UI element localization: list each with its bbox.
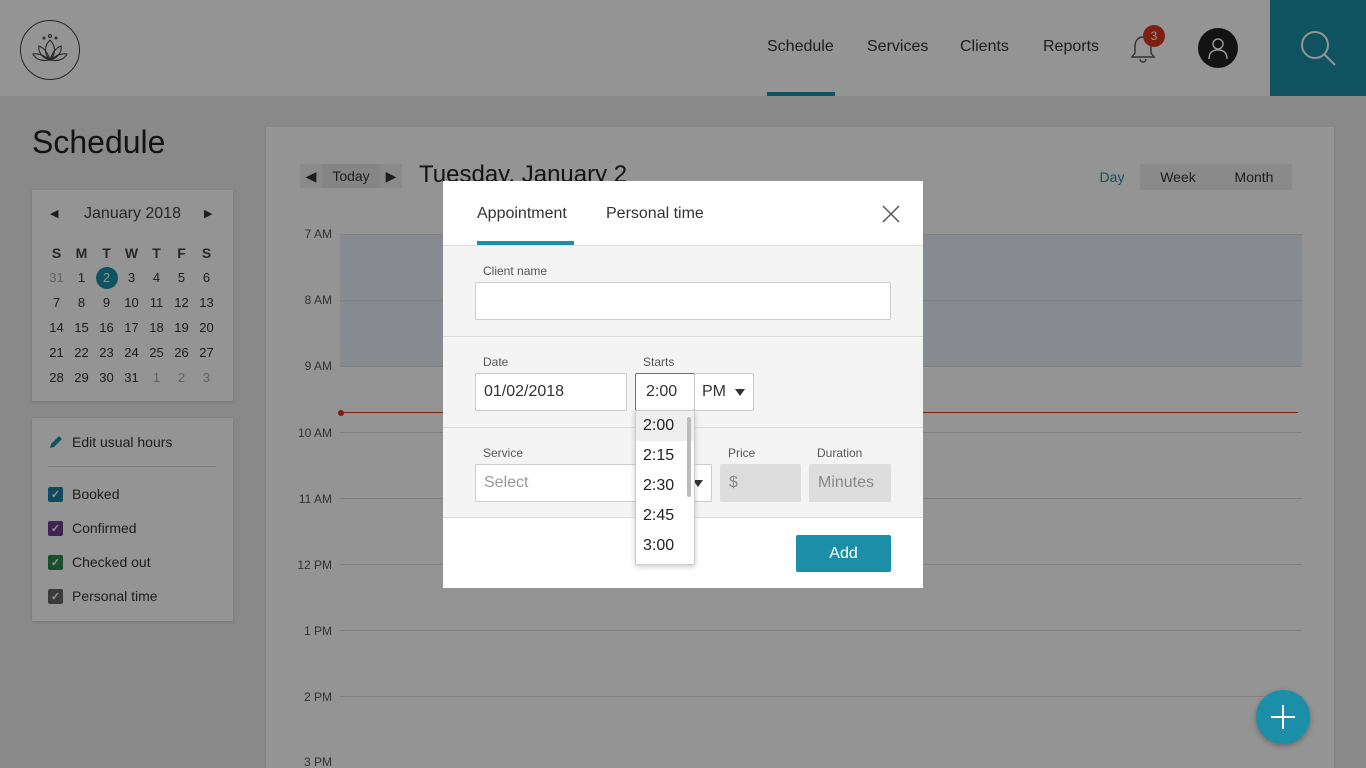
service-label: Service [483,446,524,460]
starts-label: Starts [643,355,675,369]
time-option[interactable]: 3:00 [636,531,694,561]
add-button[interactable]: Add [796,535,891,572]
plus-icon [1271,705,1295,729]
ampm-select[interactable]: PM [694,373,754,411]
add-appointment-fab[interactable] [1256,690,1310,744]
dropdown-scrollbar[interactable] [687,417,691,497]
chevron-down-icon [735,389,745,396]
tab-appointment[interactable]: Appointment [477,205,567,223]
duration-label: Duration [817,446,863,460]
time-option[interactable]: 2:45 [636,501,694,531]
ampm-value: PM [702,383,726,400]
client-name-label: Client name [483,264,548,278]
price-label: Price [728,446,756,460]
start-time-field[interactable]: 2:00 [635,373,695,411]
date-field[interactable]: 01/02/2018 [475,373,627,411]
time-option[interactable]: 2:15 [636,441,694,471]
price-field[interactable]: $ [720,464,801,502]
duration-field[interactable]: Minutes [809,464,891,502]
time-option[interactable]: 2:00 [636,411,694,441]
client-section: Client name [443,246,923,336]
time-option[interactable]: 2:30 [636,471,694,501]
service-placeholder: Select [484,474,529,491]
tab-personal-time[interactable]: Personal time [606,205,704,223]
client-name-input[interactable] [475,282,891,320]
start-time-dropdown: 2:00 2:15 2:30 2:45 3:00 [635,410,695,565]
date-label: Date [483,355,509,369]
close-icon[interactable] [880,203,902,225]
